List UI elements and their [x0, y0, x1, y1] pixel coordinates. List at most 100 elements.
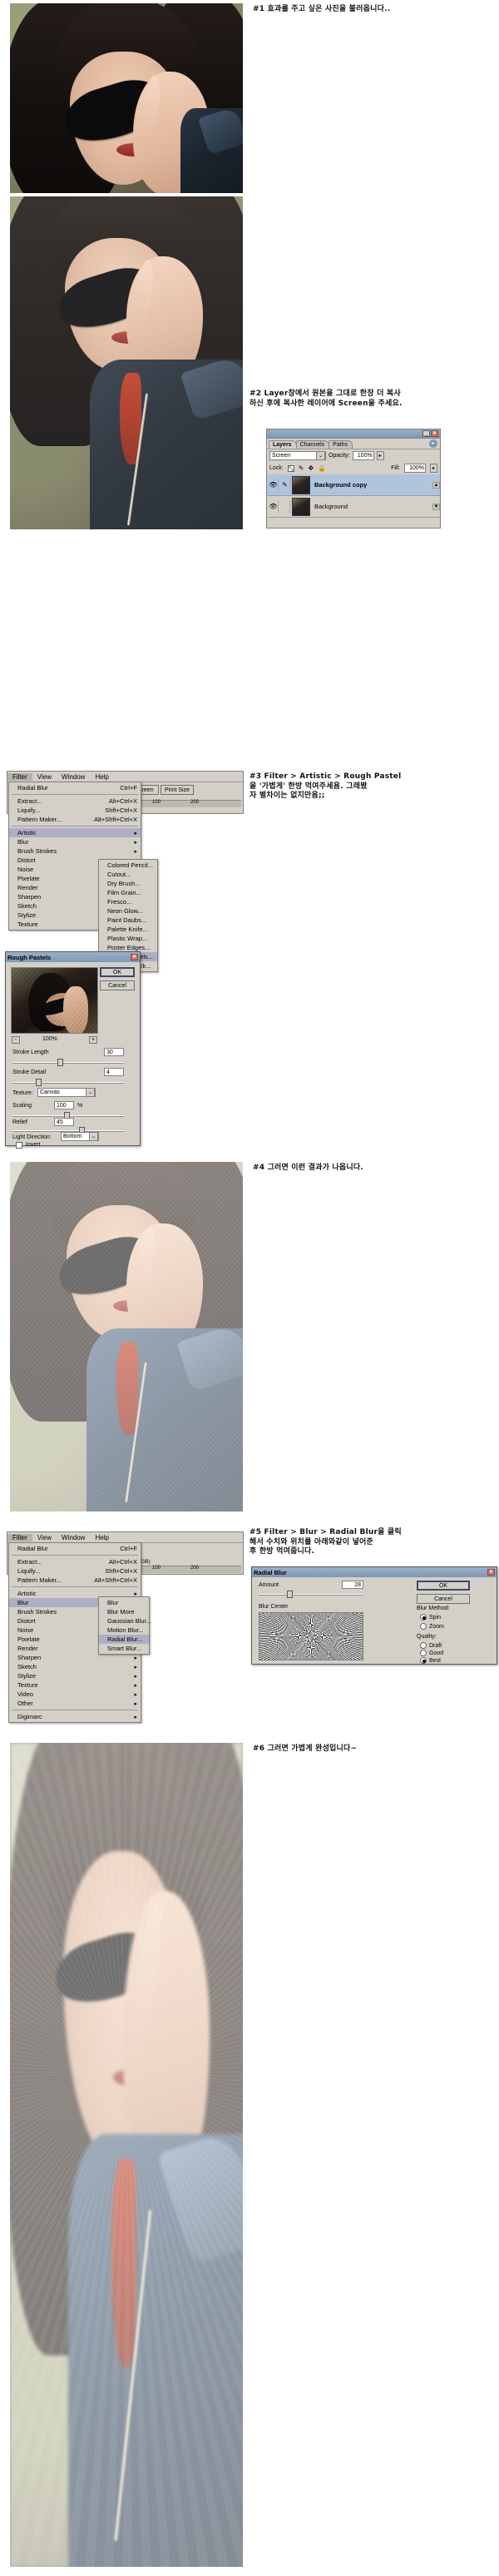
chevron-down-icon[interactable]: ⌄: [316, 451, 325, 460]
submenu-item-plastic-wrap[interactable]: Plastic Wrap...: [99, 934, 157, 943]
menu-view[interactable]: View: [32, 1534, 57, 1541]
menu-item-pattern-maker[interactable]: Pattern Maker... Alt+Shft+Ctrl+X: [9, 1576, 141, 1585]
submenu-item-palette-knife[interactable]: Palette Knife...: [99, 925, 157, 934]
cancel-button[interactable]: Cancel: [100, 980, 135, 990]
cancel-button[interactable]: Cancel: [417, 1594, 470, 1604]
relief-field[interactable]: 45: [54, 1118, 74, 1126]
chevron-down-icon[interactable]: ⌄: [86, 1088, 95, 1097]
stroke-length-slider[interactable]: [12, 1059, 124, 1066]
stroke-detail-slider[interactable]: [12, 1079, 124, 1086]
submenu-item-motion-blur[interactable]: Motion Blur...: [99, 1626, 149, 1635]
quality-draft-option[interactable]: Draft: [420, 1642, 442, 1649]
menu-item-extract[interactable]: Extract... Alt+Ctrl+X: [9, 1557, 141, 1566]
fill-field[interactable]: 100%: [404, 464, 426, 473]
blur-center-preview[interactable]: [259, 1612, 363, 1660]
radio-icon[interactable]: [420, 1614, 427, 1621]
light-direction-select[interactable]: Bottom ⌄: [61, 1132, 99, 1141]
checkbox-box[interactable]: [16, 1142, 22, 1149]
tab-channels[interactable]: Channels: [295, 440, 330, 449]
submenu-item-radial-blur[interactable]: Radial Blur...: [99, 1635, 149, 1644]
table-row[interactable]: 👁 ✎ Background copy ▲: [267, 474, 440, 496]
opacity-field[interactable]: 100%: [352, 451, 374, 460]
tab-paths[interactable]: Paths: [329, 440, 353, 449]
submenu-item-fresco[interactable]: Fresco...: [99, 897, 157, 906]
menu-item-texture[interactable]: Texture ▸: [9, 1680, 141, 1690]
menu-item-digimarc[interactable]: Digimarc ▸: [9, 1712, 141, 1721]
quality-best-option[interactable]: Best: [420, 1657, 441, 1664]
paint-lock-icon[interactable]: ✎: [299, 464, 304, 472]
menu-item-pattern-maker[interactable]: Pattern Maker... Alt+Shft+Ctrl+X: [9, 815, 141, 824]
radio-icon[interactable]: [420, 1650, 427, 1656]
menu-item-radial-blur[interactable]: Radial Blur Ctrl+F: [9, 783, 141, 792]
ok-button[interactable]: OK: [417, 1581, 470, 1591]
scroll-down-icon[interactable]: ▼: [432, 503, 440, 510]
close-button[interactable]: ✕: [431, 430, 438, 437]
menu-item-extract[interactable]: Extract... Alt+Ctrl+X: [9, 797, 141, 806]
submenu-item-neon-glow[interactable]: Neon Glow...: [99, 906, 157, 916]
submenu-item-dry-brush[interactable]: Dry Brush...: [99, 879, 157, 888]
submenu-item-gaussian-blur[interactable]: Gaussian Blur...: [99, 1616, 151, 1626]
submenu-item-blur[interactable]: Blur: [99, 1598, 149, 1607]
menu-item-liquify[interactable]: Liquify... Shft+Ctrl+X: [9, 1566, 141, 1576]
preview-zoom-out-button[interactable]: -: [12, 1036, 20, 1044]
palette-menu-icon[interactable]: ▸: [429, 439, 437, 448]
all-lock-icon[interactable]: 🔒: [318, 464, 326, 472]
menu-item-liquify[interactable]: Liquify... Shft+Ctrl+X: [9, 806, 141, 815]
ok-button[interactable]: OK: [100, 967, 135, 977]
eye-icon[interactable]: 👁: [269, 499, 279, 514]
submenu-item-smart-blur[interactable]: Smart Blur...: [99, 1644, 149, 1653]
blend-mode-select[interactable]: Screen ⌄: [269, 451, 326, 460]
amount-field[interactable]: 28: [342, 1581, 363, 1589]
chevron-down-icon[interactable]: ⌄: [89, 1132, 98, 1141]
amount-slider[interactable]: [259, 1591, 363, 1598]
menu-item-artistic[interactable]: Artistic ▸: [9, 828, 141, 837]
scroll-up-icon[interactable]: ▲: [432, 481, 440, 489]
stroke-length-field[interactable]: 30: [104, 1048, 124, 1056]
menu-help[interactable]: Help: [90, 1534, 113, 1541]
blur-method-spin-option[interactable]: Spin: [420, 1614, 441, 1621]
texture-select[interactable]: Canvas ⌄: [37, 1088, 96, 1097]
menu-item-radial-blur[interactable]: Radial Blur Ctrl+F: [9, 1544, 141, 1553]
move-lock-icon[interactable]: ✥: [308, 464, 314, 472]
invert-checkbox[interactable]: [16, 1142, 22, 1150]
menu-item-sketch[interactable]: Sketch ▸: [9, 1662, 141, 1671]
blur-submenu[interactable]: Blur Blur More Gaussian Blur... Motion B…: [98, 1596, 151, 1655]
opacity-spin-icon[interactable]: ▸: [376, 451, 384, 460]
submenu-item-blur-more[interactable]: Blur More: [99, 1607, 149, 1616]
stroke-detail-field[interactable]: 4: [104, 1068, 124, 1076]
table-row[interactable]: 👁 Background ▼: [267, 496, 440, 518]
brush-icon[interactable]: [280, 499, 290, 514]
menu-item-video[interactable]: Video ▸: [9, 1690, 141, 1699]
menu-view[interactable]: View: [32, 773, 57, 781]
menu-help[interactable]: Help: [90, 773, 113, 781]
menu-window[interactable]: Window: [57, 773, 90, 781]
radio-icon[interactable]: [420, 1642, 427, 1649]
menu-item-other[interactable]: Other ▸: [9, 1699, 141, 1708]
filter-preview[interactable]: [11, 967, 98, 1034]
transparency-lock-icon[interactable]: [287, 464, 294, 472]
close-icon[interactable]: ✕: [131, 954, 138, 960]
submenu-item-cutout[interactable]: Cutout...: [99, 870, 157, 879]
tab-layers[interactable]: Layers: [269, 440, 297, 449]
submenu-item-film-grain[interactable]: Film Grain...: [99, 888, 157, 897]
fill-spin-icon[interactable]: ▸: [430, 464, 437, 473]
menu-window[interactable]: Window: [57, 1534, 90, 1541]
menu-item-blur[interactable]: Blur ▸: [9, 837, 141, 846]
minimize-button[interactable]: _: [422, 430, 430, 437]
submenu-item-colored-pencil[interactable]: Colored Pencil...: [99, 861, 157, 870]
menu-item-stylize[interactable]: Stylize ▸: [9, 1671, 141, 1680]
brush-icon[interactable]: ✎: [280, 478, 290, 492]
preview-zoom-in-button[interactable]: +: [89, 1036, 97, 1044]
blur-method-zoom-option[interactable]: Zoom: [420, 1623, 444, 1630]
scaling-field[interactable]: 100: [54, 1101, 74, 1109]
menu-item-brush-strokes[interactable]: Brush Strokes ▸: [9, 846, 141, 856]
radio-icon[interactable]: [420, 1623, 427, 1630]
menu-filter[interactable]: Filter: [7, 772, 32, 781]
print-size-button[interactable]: Print Size: [161, 785, 194, 795]
submenu-item-paint-daubs[interactable]: Paint Daubs...: [99, 916, 157, 925]
eye-icon[interactable]: 👁: [269, 478, 279, 492]
close-icon[interactable]: ✕: [487, 1569, 495, 1576]
radio-icon[interactable]: [420, 1657, 427, 1664]
quality-good-option[interactable]: Good: [420, 1650, 443, 1656]
menu-filter[interactable]: Filter: [7, 1533, 32, 1541]
